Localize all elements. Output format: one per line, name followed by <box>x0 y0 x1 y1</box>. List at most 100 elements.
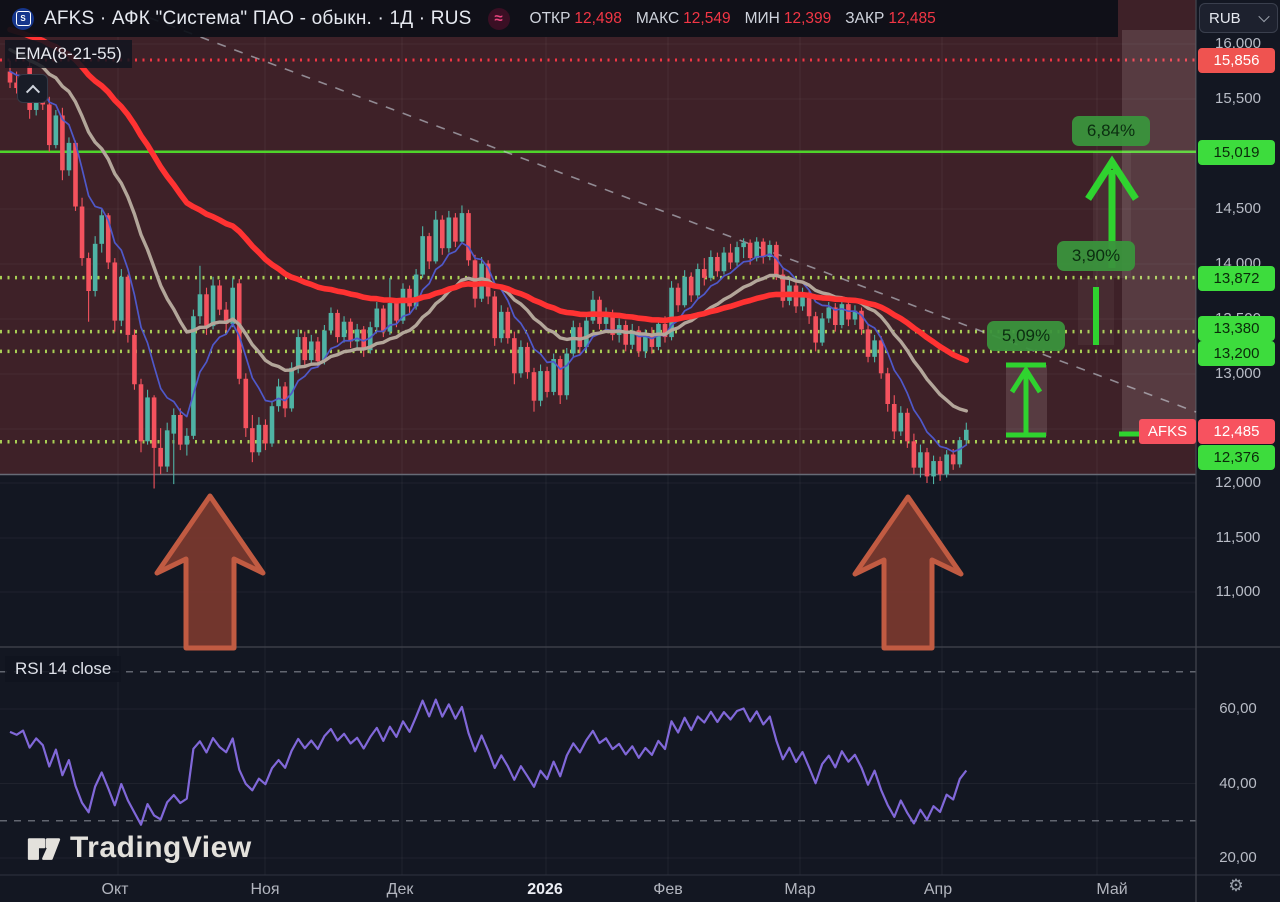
ohlc-value: 12,399 <box>784 10 831 28</box>
candle-body <box>47 104 52 145</box>
candle-body <box>866 329 871 356</box>
candle-body <box>211 286 216 327</box>
price-axis-badge: 15,019 <box>1198 140 1275 165</box>
price-axis-badge: 12,485 <box>1198 419 1275 444</box>
price-axis-label: 11,000 <box>1196 583 1280 600</box>
candle-body <box>918 452 923 467</box>
brown-up-arrow <box>157 496 263 648</box>
candle-body <box>957 440 962 464</box>
candle-body <box>735 247 740 262</box>
candle-body <box>270 406 275 443</box>
candle-body <box>198 294 203 316</box>
candle-body <box>152 397 157 447</box>
settings-gear-icon[interactable]: ⚙ <box>1222 874 1250 898</box>
candle-body <box>302 337 307 360</box>
time-axis-label[interactable]: Окт <box>102 881 129 899</box>
rsi-indicator-label[interactable]: RSI 14 close <box>5 656 121 682</box>
time-axis-label[interactable]: Дек <box>387 881 414 899</box>
candle-body <box>741 243 746 247</box>
candle-body <box>951 454 956 464</box>
price-axis-badge: 13,872 <box>1198 266 1275 291</box>
candle-body <box>342 322 347 337</box>
measurement-band <box>1122 30 1196 433</box>
candle-body <box>931 461 936 476</box>
ohlc-value: 12,498 <box>574 10 621 28</box>
ohlc-label: ОТКР <box>530 10 571 28</box>
candle-body <box>912 441 917 467</box>
candle-body <box>695 269 700 295</box>
candle-body <box>702 269 707 278</box>
candle-body <box>171 415 176 434</box>
currency-value: RUB <box>1209 10 1241 27</box>
candle-body <box>813 316 818 342</box>
ema-indicator-label[interactable]: EMA(8-21-55) <box>5 40 132 68</box>
rsi-line <box>10 700 966 825</box>
candle-body <box>93 244 98 291</box>
candle-body <box>453 217 458 241</box>
candle-body <box>289 368 294 409</box>
symbol-logo-letter: S <box>16 11 31 26</box>
candle-body <box>506 312 511 338</box>
candle-body <box>257 425 262 452</box>
candle-body <box>728 253 733 263</box>
symbol-logo-icon[interactable]: S <box>12 8 34 30</box>
candle-body <box>420 236 425 274</box>
ohlc-value: 12,549 <box>683 10 730 28</box>
candle-body <box>519 347 524 373</box>
price-axis-badge: 12,376 <box>1198 445 1275 470</box>
symbol-title[interactable]: AFKS · АФК "Система" ПАО - обыкн. · 1Д ·… <box>44 8 472 30</box>
candle-body <box>447 217 452 248</box>
tradingview-chart-window: S AFKS · АФК "Система" ПАО - обыкн. · 1Д… <box>0 0 1280 902</box>
price-axis-label: 15,500 <box>1196 90 1280 107</box>
watermark-text: TradingView <box>70 831 252 865</box>
candle-body <box>761 242 766 257</box>
candle-body <box>944 454 949 474</box>
candle-body <box>54 115 59 145</box>
candle-body <box>840 304 845 325</box>
time-axis-label[interactable]: Мар <box>784 881 815 899</box>
ohlc-value: 12,485 <box>888 10 935 28</box>
candle-body <box>99 215 104 244</box>
afks-price-flag[interactable]: AFKS <box>1139 419 1196 444</box>
candle-body <box>217 286 222 310</box>
candle-body <box>879 340 884 373</box>
candle-body <box>676 288 681 306</box>
candle-body <box>512 338 517 373</box>
candle-body <box>571 327 576 353</box>
candle-body <box>545 371 550 392</box>
candle-body <box>204 294 209 326</box>
candle-body <box>460 213 465 242</box>
time-axis-label[interactable]: 2026 <box>527 881 563 899</box>
time-axis-label[interactable]: Фев <box>653 881 683 899</box>
candle-body <box>591 300 596 321</box>
candle-body <box>905 413 910 442</box>
ohlc-label: МИН <box>745 10 780 28</box>
candle-body <box>86 258 91 291</box>
collapse-pane-button[interactable] <box>17 74 48 103</box>
candle-body <box>964 430 969 440</box>
ohlc-label: ЗАКР <box>845 10 884 28</box>
approx-icon[interactable]: ≈ <box>488 8 510 30</box>
candle-body <box>899 413 904 432</box>
candle-body <box>165 430 170 466</box>
candle-body <box>276 386 281 406</box>
price-axis-badge: 13,380 <box>1198 316 1275 341</box>
chevron-up-icon <box>25 84 39 98</box>
candle-body <box>558 359 563 395</box>
candle-body <box>185 436 190 445</box>
price-axis-badge: 15,856 <box>1198 48 1275 73</box>
tradingview-watermark: TradingView <box>26 830 252 866</box>
candle-body <box>623 325 628 345</box>
time-axis-label[interactable]: Май <box>1096 881 1127 899</box>
time-axis-label[interactable]: Апр <box>924 881 952 899</box>
candle-body <box>532 372 537 401</box>
percent-change-badge: 5,09% <box>987 321 1065 351</box>
time-axis-label[interactable]: Ноя <box>250 881 279 899</box>
candle-body <box>139 384 144 441</box>
candle-body <box>335 313 340 337</box>
candle-body <box>132 335 137 384</box>
candle-body <box>938 461 943 474</box>
currency-dropdown[interactable]: RUB <box>1199 3 1278 33</box>
candle-body <box>925 452 930 476</box>
tradingview-logo-icon <box>26 830 62 866</box>
